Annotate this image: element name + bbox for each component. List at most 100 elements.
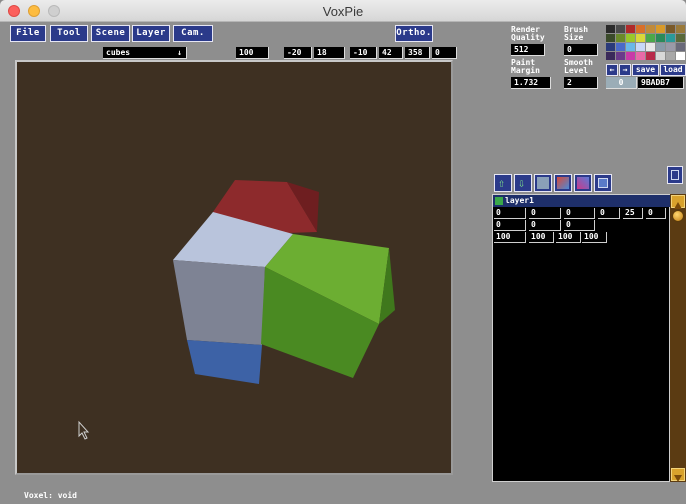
layer-field[interactable]: 0	[598, 208, 620, 219]
layer-field[interactable]: 0	[529, 208, 561, 219]
palette-load-button[interactable]: load	[660, 64, 686, 76]
palette-swatch[interactable]	[606, 34, 615, 42]
palette-swatch[interactable]	[666, 34, 675, 42]
tool-menu-button[interactable]: Tool	[50, 25, 88, 42]
palette-swatch[interactable]	[626, 25, 635, 33]
paint-margin-field[interactable]: 1.732	[511, 77, 551, 89]
layer-field[interactable]: 0	[494, 220, 526, 231]
shape-select[interactable]: cubes ↓	[103, 47, 187, 59]
layer-field[interactable]: 0	[564, 220, 595, 231]
layer-field[interactable]: 0	[646, 208, 666, 219]
transform-field-5[interactable]: 42	[379, 47, 403, 59]
scroll-down-button[interactable]	[671, 468, 685, 482]
palette-swatch[interactable]	[626, 43, 635, 51]
palette-swatch[interactable]	[666, 43, 675, 51]
merge-layer-button[interactable]	[554, 174, 572, 192]
mouse-cursor-icon	[78, 420, 90, 440]
palette-swatch[interactable]	[636, 43, 645, 51]
palette-swatch[interactable]	[656, 43, 665, 51]
layer-field[interactable]: 100	[494, 232, 526, 243]
palette-swatch[interactable]	[656, 52, 665, 60]
arrow-down-icon: ⇩	[518, 176, 526, 190]
palette-swatch[interactable]	[676, 43, 685, 51]
layer-field[interactable]: 0	[564, 208, 595, 219]
scene-menu-button[interactable]: Scene	[91, 25, 130, 42]
paint-margin-label: Paint Margin	[511, 58, 540, 75]
file-menu-button[interactable]: File	[10, 25, 46, 42]
transform-field-4[interactable]: -10	[350, 47, 377, 59]
palette-swatch[interactable]	[666, 52, 675, 60]
palette-swatch[interactable]	[656, 34, 665, 42]
delete-layer-button[interactable]	[667, 166, 683, 184]
palette-swatch[interactable]	[636, 25, 645, 33]
cam-menu-button[interactable]: Cam.	[173, 25, 213, 42]
palette-swatch[interactable]	[636, 34, 645, 42]
palette-swatch[interactable]	[666, 25, 675, 33]
palette-swatch[interactable]	[616, 25, 625, 33]
palette-swatch[interactable]	[606, 52, 615, 60]
layer-field[interactable]: 100	[582, 232, 607, 243]
layer-visible-icon[interactable]	[495, 197, 503, 205]
palette-next-button[interactable]: →	[619, 64, 631, 76]
layer-field[interactable]: 100	[556, 232, 581, 243]
arrow-up-icon: ⇧	[498, 176, 506, 190]
smooth-level-field[interactable]: 2	[564, 77, 598, 89]
palette-save-button[interactable]: save	[632, 64, 659, 76]
layer-field[interactable]: 0	[494, 208, 526, 219]
current-color-index[interactable]: 0	[606, 77, 637, 89]
shape-select-value: cubes	[106, 48, 131, 57]
smooth-level-label: Smooth Level	[564, 58, 593, 75]
move-layer-down-button[interactable]: ⇩	[514, 174, 532, 192]
palette-swatch[interactable]	[646, 34, 655, 42]
transform-field-7[interactable]: 0	[432, 47, 457, 59]
merge-icon	[557, 177, 569, 189]
layer-field[interactable]: 100	[529, 232, 554, 243]
app-content: File Tool Scene Layer Cam. Ortho. cubes …	[0, 22, 686, 504]
3d-viewport[interactable]	[15, 60, 453, 475]
layer-field[interactable]: 25	[623, 208, 643, 219]
palette-swatch[interactable]	[606, 25, 615, 33]
layer-properties-button[interactable]	[574, 174, 592, 192]
palette-swatch[interactable]	[616, 34, 625, 42]
ortho-toggle-button[interactable]: Ortho.	[395, 25, 433, 42]
scroll-up-button[interactable]	[671, 195, 685, 209]
palette-swatch[interactable]	[676, 25, 685, 33]
window-title: VoxPie	[322, 4, 364, 19]
chevron-down-icon: ↓	[177, 48, 182, 57]
palette-swatch[interactable]	[606, 43, 615, 51]
current-color-hex[interactable]: 9BADB7	[638, 77, 684, 89]
palette-swatch[interactable]	[636, 52, 645, 60]
palette-swatch[interactable]	[646, 52, 655, 60]
title-bar: VoxPie	[0, 0, 686, 22]
palette-swatch[interactable]	[676, 34, 685, 42]
scroll-thumb[interactable]	[672, 210, 684, 222]
layer-name: layer1	[505, 196, 534, 205]
palette-prev-button[interactable]: ←	[606, 64, 618, 76]
layer-row[interactable]: layer1	[493, 195, 670, 207]
blue-voxel	[187, 340, 262, 384]
palette-swatch[interactable]	[646, 25, 655, 33]
transform-field-3[interactable]: 18	[314, 47, 345, 59]
palette-swatch[interactable]	[616, 43, 625, 51]
brush-size-field[interactable]: 0	[564, 44, 598, 56]
layer-scrollbar[interactable]	[670, 194, 686, 482]
transform-field-6[interactable]: 358	[405, 47, 430, 59]
palette-swatch[interactable]	[626, 52, 635, 60]
palette-swatch[interactable]	[656, 25, 665, 33]
layer-props-icon	[577, 177, 589, 189]
status-text: Voxel: void	[24, 491, 77, 500]
save-layer-button[interactable]	[594, 174, 612, 192]
move-layer-up-button[interactable]: ⇧	[494, 174, 512, 192]
render-quality-field[interactable]: 512	[511, 44, 545, 56]
palette-swatch[interactable]	[626, 34, 635, 42]
transform-field-1[interactable]: 100	[236, 47, 269, 59]
transform-field-2[interactable]: -20	[284, 47, 312, 59]
palette-swatch[interactable]	[616, 52, 625, 60]
layer-copy-icon	[537, 177, 549, 189]
render-quality-label: Render Quality	[511, 25, 545, 42]
palette-swatch[interactable]	[646, 43, 655, 51]
layer-menu-button[interactable]: Layer	[132, 25, 170, 42]
duplicate-layer-button[interactable]	[534, 174, 552, 192]
layer-field[interactable]: 0	[529, 220, 561, 231]
palette-swatch[interactable]	[676, 52, 685, 60]
